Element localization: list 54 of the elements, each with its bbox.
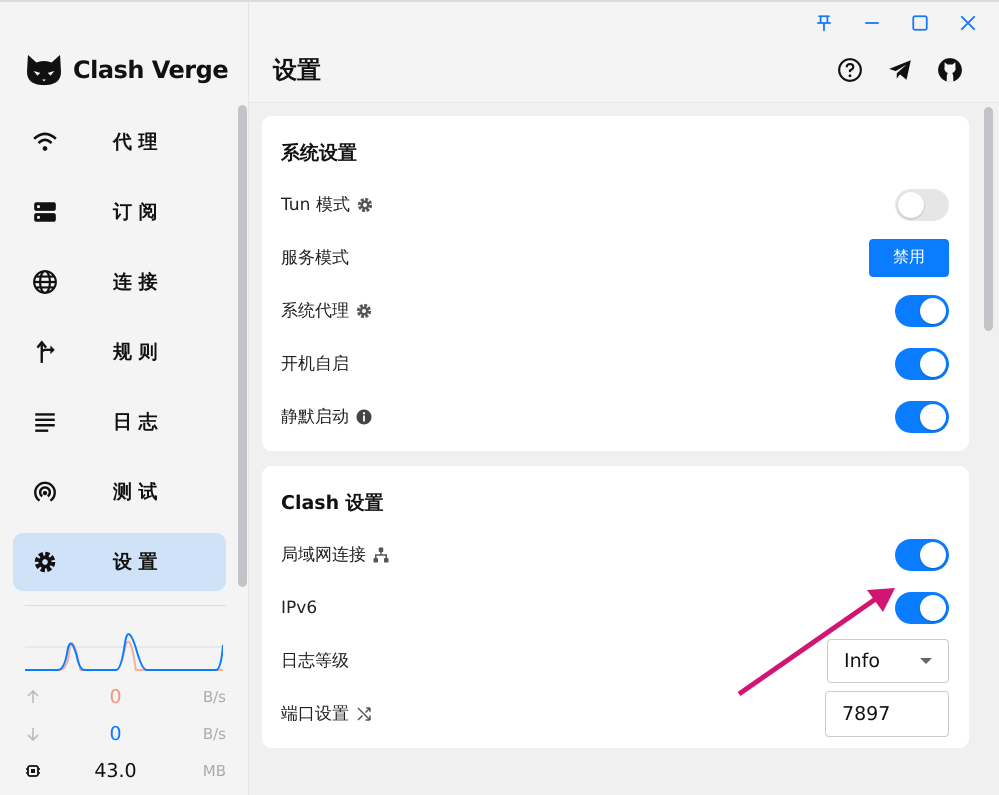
toggle-switch[interactable] [895, 400, 949, 432]
download-speed: 0 [108, 722, 123, 744]
info-icon[interactable] [355, 408, 373, 426]
cat-logo-icon [25, 53, 63, 87]
pin-icon[interactable] [815, 14, 833, 32]
shuffle-icon[interactable] [355, 704, 373, 722]
setting-label: 开机自启 [281, 353, 349, 375]
setting-label: Tun 模式 [281, 194, 350, 216]
app-name: Clash Verge [73, 56, 228, 84]
upload-speed: 0 [108, 686, 123, 708]
settings-icon[interactable] [356, 196, 374, 214]
close-icon[interactable] [959, 14, 977, 32]
section-title: 系统设置 [281, 141, 358, 166]
maximize-icon[interactable] [911, 14, 929, 32]
setting-label: 局域网连接 [281, 544, 366, 566]
toggle-switch[interactable] [895, 348, 949, 380]
memory-unit: MB [202, 762, 226, 780]
nav-item[interactable]: 设 置 [13, 533, 226, 591]
globe-icon [32, 269, 58, 295]
page-title: 设置 [273, 55, 321, 86]
scrollbar[interactable] [984, 107, 993, 331]
network-icon[interactable] [372, 546, 390, 564]
chip-icon [25, 762, 41, 778]
speed-unit: B/s [202, 688, 226, 706]
disable-button[interactable]: 禁用 [869, 238, 949, 276]
log-level-select[interactable]: Info [827, 638, 949, 682]
scrollbar[interactable] [238, 105, 247, 587]
setting-label: 服务模式 [281, 247, 349, 269]
toggle-switch[interactable] [895, 592, 949, 624]
nav-item[interactable]: 规 则 [13, 323, 226, 381]
nav-item[interactable]: 日 志 [13, 393, 226, 451]
nav-item[interactable]: 连 接 [13, 253, 226, 311]
down-arrow-icon [25, 726, 41, 742]
toggle-switch[interactable] [895, 188, 949, 220]
speed-unit: B/s [202, 724, 226, 742]
nav-item[interactable]: 订 阅 [13, 183, 226, 241]
port-field[interactable]: 7897 [825, 690, 949, 736]
round-logo-icon[interactable] [937, 57, 963, 83]
nav-item[interactable]: 测 试 [13, 463, 226, 521]
section-title: Clash 设置 [281, 491, 385, 516]
setting-label: 系统代理 [281, 300, 349, 322]
toggle-switch[interactable] [895, 294, 949, 326]
help-icon[interactable] [837, 57, 863, 83]
settings-icon [32, 549, 58, 575]
caret-icon [920, 658, 932, 664]
toggle-switch[interactable] [895, 538, 949, 570]
setting-label: 日志等级 [281, 650, 349, 672]
setting-label: IPv6 [281, 598, 318, 618]
up-arrow-icon [25, 688, 41, 704]
setting-label: 静默启动 [281, 406, 349, 428]
memory-usage: 43.0 [93, 760, 138, 782]
setting-label: 端口设置 [281, 703, 349, 725]
nav-item[interactable]: 代 理 [13, 113, 226, 171]
settings-icon[interactable] [355, 302, 373, 320]
